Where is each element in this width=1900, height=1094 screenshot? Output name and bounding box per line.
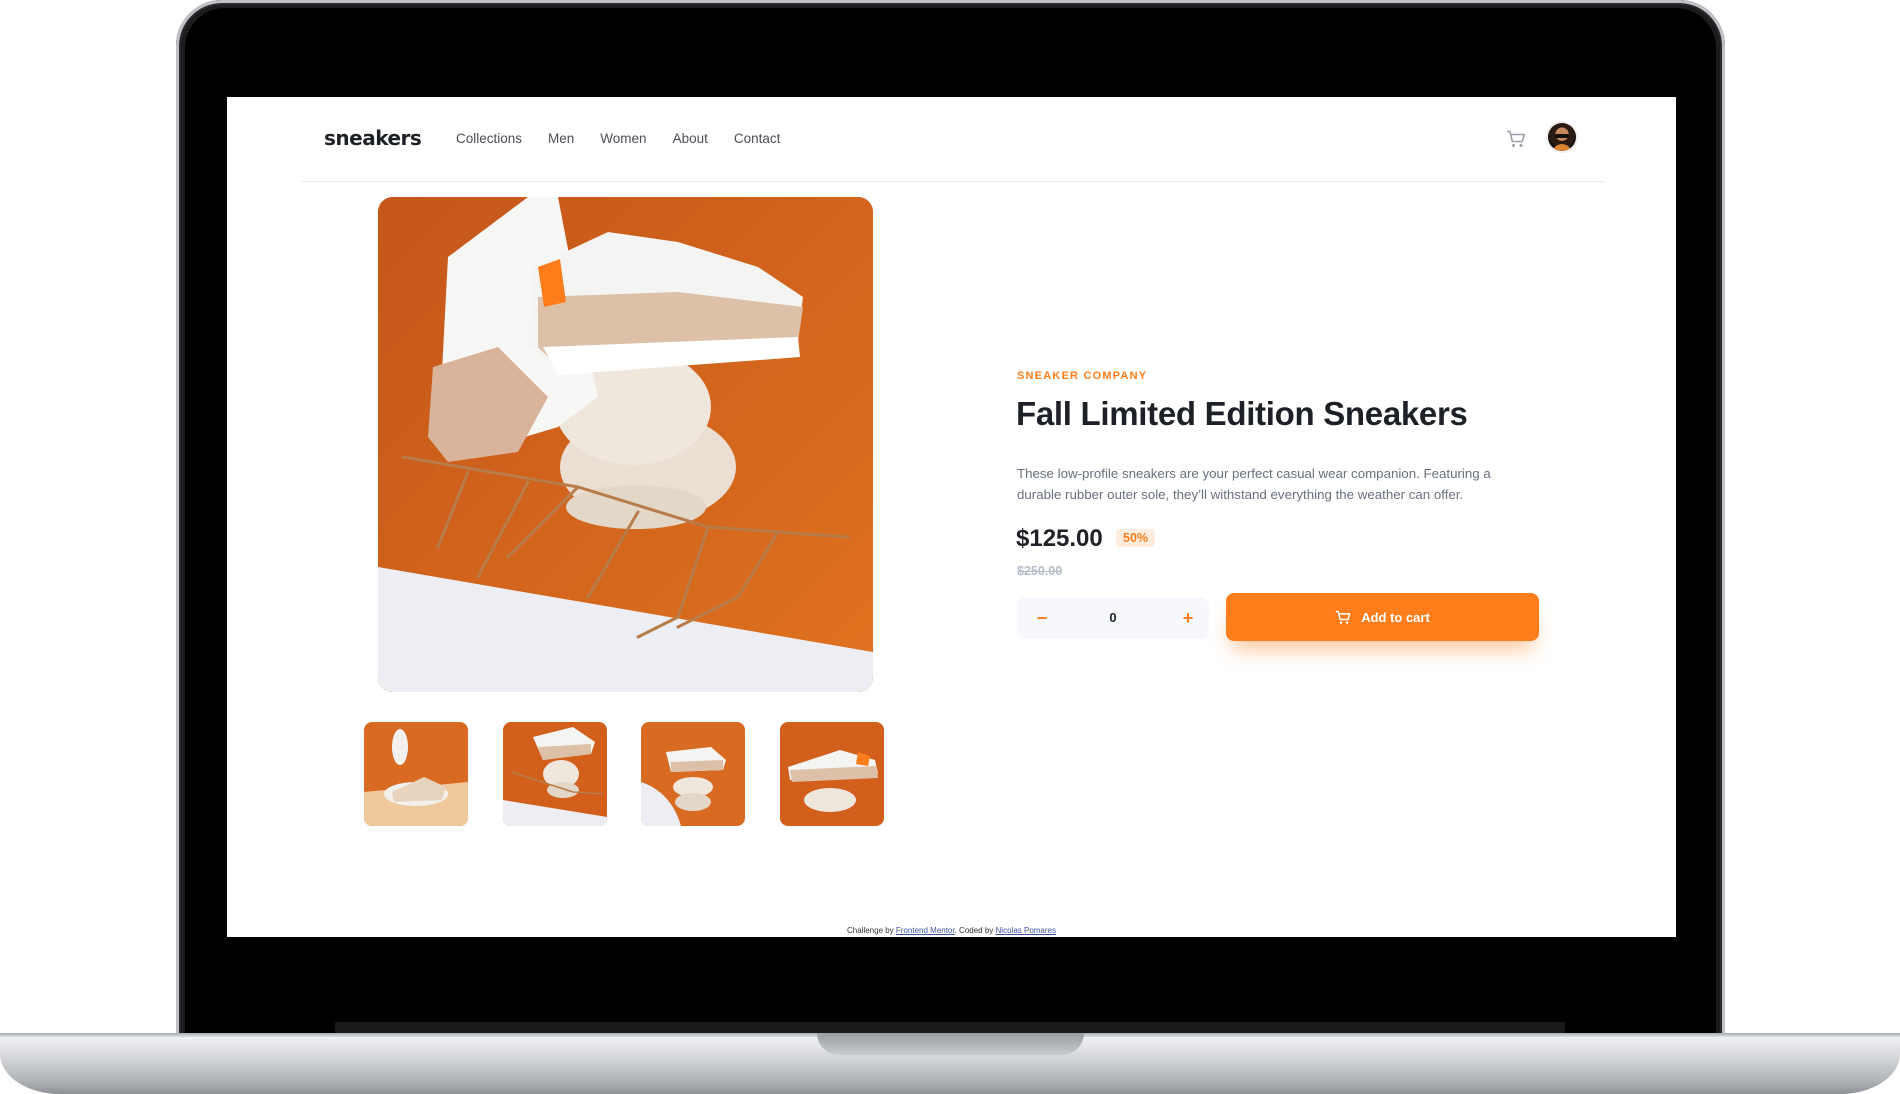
thumbnail-3[interactable] <box>641 722 745 826</box>
thumbnail-1-image <box>364 722 468 826</box>
laptop-opening-notch <box>817 1033 1084 1055</box>
thumbnail-4-image <box>780 722 884 826</box>
thumbnail-1[interactable] <box>364 722 468 826</box>
cart-icon <box>1335 610 1351 624</box>
attribution-footer: Challenge by Frontend Mentor. Coded by N… <box>227 926 1676 935</box>
main-product-image[interactable] <box>378 197 873 692</box>
top-navigation: sneakers Collections Men Women About Con… <box>301 97 1604 182</box>
cart-icon[interactable] <box>1506 130 1526 148</box>
brand-logo[interactable]: sneakers <box>324 126 422 150</box>
screen: sneakers Collections Men Women About Con… <box>227 97 1676 937</box>
avatar-sunglasses <box>1555 134 1569 138</box>
quantity-stepper: − 0 + <box>1017 597 1209 639</box>
discount-badge: 50% <box>1116 529 1156 547</box>
footer-prefix: Challenge by <box>846 926 896 935</box>
footer-middle: . Coded by <box>954 926 996 935</box>
nav-link-men[interactable]: Men <box>548 131 574 146</box>
decrease-quantity-button[interactable]: − <box>1021 597 1063 639</box>
nav-link-contact[interactable]: Contact <box>734 131 781 146</box>
laptop-hinge <box>335 1022 1565 1033</box>
user-avatar[interactable] <box>1548 123 1576 151</box>
thumbnail-2-image <box>503 722 607 826</box>
company-label: SNEAKER COMPANY <box>1017 370 1148 382</box>
nav-link-collections[interactable]: Collections <box>456 131 522 146</box>
thumbnail-3-image <box>641 722 745 826</box>
frontend-mentor-link[interactable]: Frontend Mentor <box>896 926 955 935</box>
quantity-value: 0 <box>1109 610 1117 625</box>
original-price: $250.00 <box>1017 564 1063 578</box>
add-to-cart-button[interactable]: Add to cart <box>1226 593 1539 641</box>
avatar-shirt <box>1552 144 1572 151</box>
nav-links: Collections Men Women About Contact <box>456 131 806 146</box>
thumbnail-4[interactable] <box>780 722 884 826</box>
current-price: $125.00 <box>1016 525 1103 552</box>
add-to-cart-label: Add to cart <box>1361 609 1430 625</box>
product-description: These low-profile sneakers are your perf… <box>1017 466 1491 502</box>
product-title: Fall Limited Edition Sneakers <box>1016 395 1468 432</box>
author-link[interactable]: Nicolas Pomares <box>996 926 1056 935</box>
increase-quantity-button[interactable]: + <box>1167 597 1209 639</box>
thumbnail-2[interactable] <box>503 722 607 826</box>
nav-link-about[interactable]: About <box>673 131 708 146</box>
sneakers-on-stones-image <box>378 197 873 692</box>
nav-link-women[interactable]: Women <box>600 131 646 146</box>
